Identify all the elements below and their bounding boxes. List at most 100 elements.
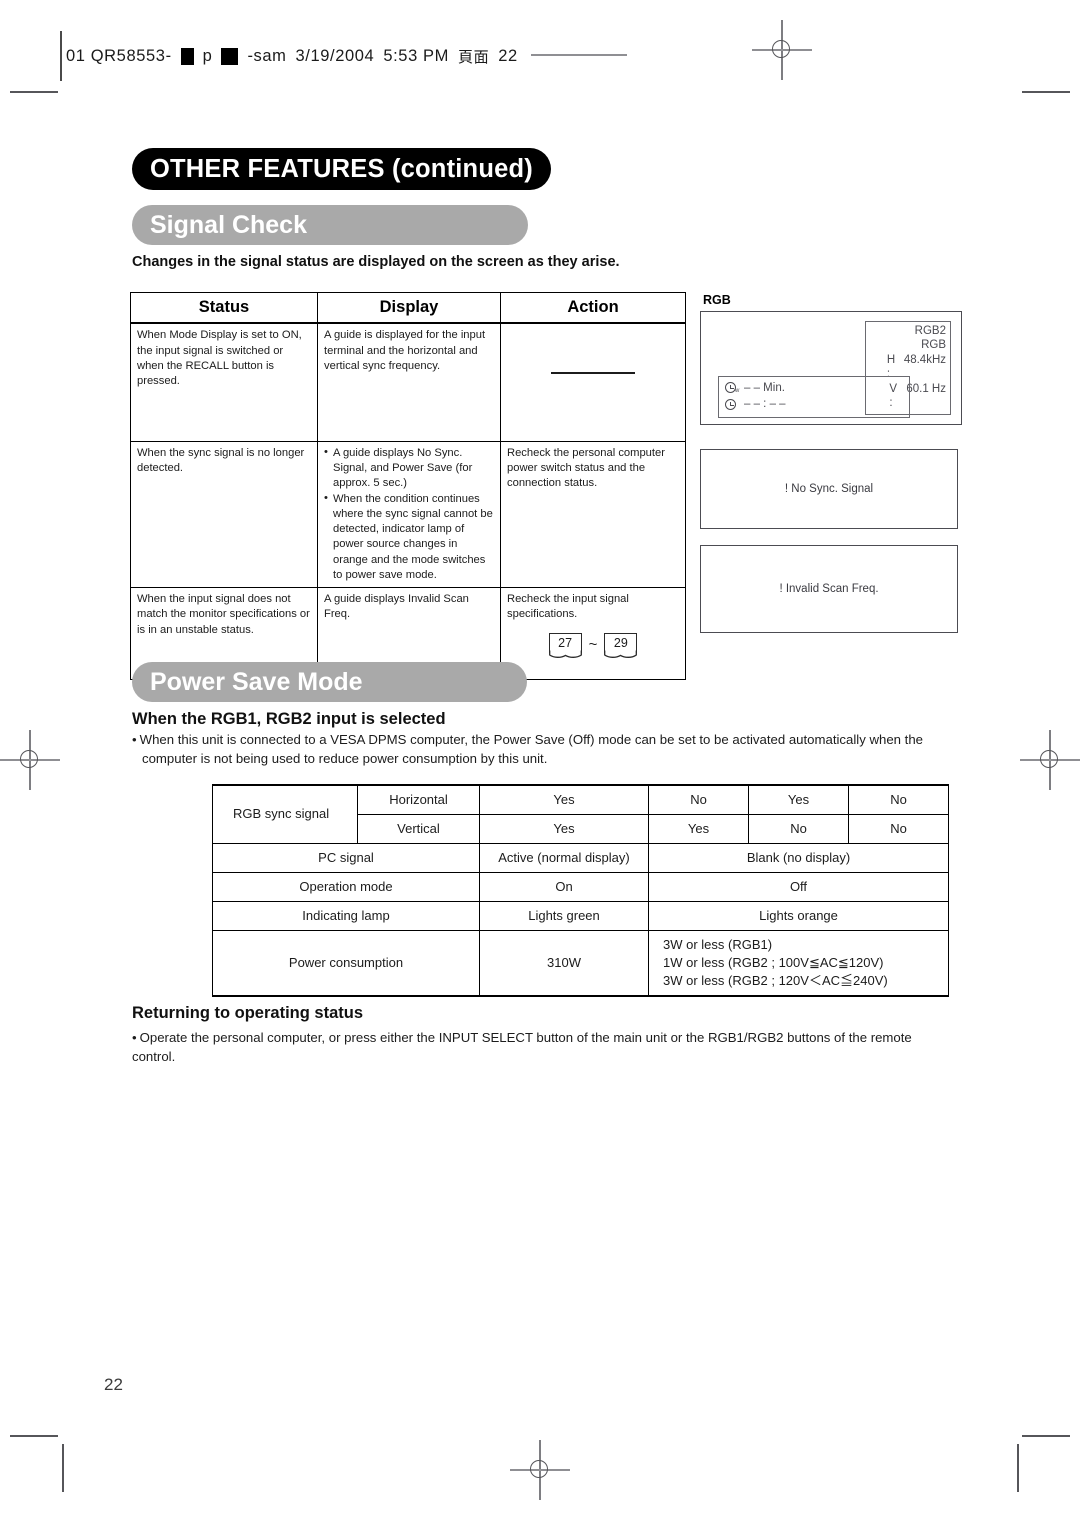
- book-pages-shape: [548, 650, 582, 658]
- cell-power-consumption-off: 3W or less (RGB1) 1W or less (RGB2 ; 100…: [648, 929, 949, 997]
- subheading-returning: Returning to operating status: [132, 1004, 363, 1022]
- print-job-slug: 01 QR58553- p -sam 3/19/2004 5:53 PM 頁面 2…: [60, 31, 627, 81]
- cell-horizontal-v1: Yes: [479, 783, 649, 815]
- crop-mark-bottom-right-h: [1022, 1435, 1070, 1437]
- slug-suffix: -sam: [247, 46, 287, 65]
- osd-panel-invalid-scan: ! Invalid Scan Freq.: [700, 545, 958, 633]
- osd-signal-name: RGB: [921, 339, 946, 352]
- crop-mark-top-right-h: [1022, 91, 1070, 93]
- table-row: Operation mode On Off: [212, 871, 949, 902]
- cell-pc-signal-label: PC signal: [212, 842, 480, 873]
- registration-mark-left: [0, 730, 60, 790]
- document-page: 01 QR58553- p -sam 3/19/2004 5:53 PM 頁面 2…: [0, 0, 1080, 1528]
- crop-mark-bottom-right-v: [1017, 1444, 1019, 1492]
- cell-vertical-v1: Yes: [479, 813, 649, 844]
- slug-redaction-block-1: [180, 47, 194, 65]
- crop-mark-top-left-h: [10, 91, 58, 93]
- book-pages-shape: [604, 650, 638, 658]
- cell-action-3: Recheck the input signal specifications.…: [500, 587, 686, 681]
- cell-operation-mode-label: Operation mode: [212, 871, 480, 902]
- bullet-dot: •: [132, 732, 137, 747]
- cell-pc-signal-active: Active (normal display): [479, 842, 649, 873]
- power-save-description: • When this unit is connected to a VESA D…: [132, 731, 952, 768]
- osd-input-name: RGB2: [914, 325, 946, 337]
- returning-description: • Operate the personal computer, or press…: [132, 1029, 952, 1066]
- cell-action-2: Recheck the personal computer power swit…: [500, 440, 686, 589]
- registration-mark-bottom: [510, 1440, 570, 1500]
- chapter-title-banner: OTHER FEATURES (continued): [132, 148, 551, 190]
- page-reference-group: 27 ~ 29: [507, 632, 679, 658]
- reg-circle: [530, 1460, 548, 1478]
- cell-status-2: When the sync signal is no longer detect…: [130, 440, 318, 589]
- slug-mid: p: [202, 46, 213, 65]
- osd-input-name-row: RGB2: [869, 324, 946, 338]
- osd-group-label: RGB: [703, 293, 731, 307]
- book-icon-to: 29: [604, 632, 638, 658]
- cell-status-1: When Mode Display is set to ON, the inpu…: [130, 322, 318, 442]
- signal-check-table: Status Display Action When Mode Display …: [130, 292, 686, 681]
- osd-clock-row: – – : – –: [725, 396, 903, 413]
- not-applicable-dash: [551, 372, 635, 374]
- cell-rgb-sync-label: RGB sync signal: [212, 783, 358, 844]
- slug-filename: 01 QR58553-: [66, 46, 172, 65]
- slug-redaction-block-2: [221, 47, 239, 65]
- range-separator: ~: [588, 635, 598, 653]
- page-number: 22: [104, 1375, 123, 1394]
- crop-mark-bottom-left-v: [62, 1444, 64, 1492]
- slug-time: 5:53 PM: [383, 46, 449, 65]
- section-heading-power-save: Power Save Mode: [132, 662, 527, 702]
- cell-power-consumption-on: 310W: [479, 929, 649, 997]
- lamp-timer-icon: w: [725, 382, 740, 395]
- power-save-table: RGB sync signal Horizontal Yes No Yes No…: [212, 783, 949, 997]
- osd-invalid-scan-message: ! Invalid Scan Freq.: [779, 583, 879, 595]
- slug-cjk-page-label: 頁面: [458, 47, 490, 66]
- cell-indicating-lamp-green: Lights green: [479, 900, 649, 931]
- reg-circle: [1040, 750, 1058, 768]
- slug-left-rule: [60, 31, 62, 81]
- osd-h-value: 48.4kHz: [903, 353, 946, 366]
- subheading-rgb-input: When the RGB1, RGB2 input is selected: [132, 710, 446, 728]
- power-off-line3: 3W or less (RGB2 ; 120V＜AC≦240V): [663, 972, 888, 988]
- table-header-row: Status Display Action: [130, 292, 686, 325]
- section-heading-signal-check: Signal Check: [132, 205, 528, 245]
- column-header-status: Status: [130, 292, 318, 325]
- osd-panel-rgb-info: RGB2 RGB H : 48.4kHz V : 60.1 Hz w – – M…: [700, 311, 962, 425]
- osd-timer-block: w – – Min. – – : – –: [718, 375, 910, 418]
- slug-date: 3/19/2004: [295, 46, 375, 65]
- cell-action-1: [500, 322, 686, 442]
- cell-horizontal-v2: No: [648, 783, 749, 815]
- power-off-line1: 3W or less (RGB1): [663, 936, 773, 952]
- osd-v-value: 60.1 Hz: [906, 382, 946, 395]
- registration-mark-top: [752, 20, 812, 80]
- cell-horizontal-v4: No: [848, 783, 949, 815]
- cell-indicating-lamp-orange: Lights orange: [648, 900, 949, 931]
- signal-check-lead-text: Changes in the signal status are display…: [132, 254, 620, 270]
- table-row: Power consumption 310W 3W or less (RGB1)…: [212, 929, 949, 997]
- cell-operation-mode-off: Off: [648, 871, 949, 902]
- cell-vertical-label: Vertical: [357, 813, 480, 844]
- cell-indicating-lamp-label: Indicating lamp: [212, 900, 480, 931]
- osd-clock-value: – – : – –: [744, 398, 786, 411]
- table-row: PC signal Active (normal display) Blank …: [212, 842, 949, 873]
- book-icon-from: 27: [548, 632, 582, 658]
- cell-display-1: A guide is displayed for the input termi…: [317, 322, 501, 442]
- display-bullet-list: A guide displays No Sync. Signal, and Po…: [324, 445, 494, 583]
- lamp-timer-icon-sub: w: [735, 388, 740, 395]
- slug-page-number: 22: [498, 46, 518, 65]
- osd-lamp-timer-row: w – – Min.: [725, 380, 903, 397]
- osd-lamp-timer-value: – – Min.: [744, 381, 785, 394]
- osd-signal-name-row: RGB: [869, 338, 946, 352]
- cell-vertical-v2: Yes: [648, 813, 749, 844]
- osd-no-sync-message: ! No Sync. Signal: [784, 483, 874, 495]
- table-row: When the sync signal is no longer detect…: [130, 440, 686, 589]
- cell-horizontal-v3: Yes: [748, 783, 849, 815]
- list-item: A guide displays No Sync. Signal, and Po…: [324, 445, 494, 492]
- bullet-dot: •: [132, 1030, 137, 1045]
- reg-circle: [20, 750, 38, 768]
- registration-mark-right: [1020, 730, 1080, 790]
- power-save-description-line2: computer is not being used to reduce pow…: [142, 750, 548, 766]
- list-item: When the condition continues where the s…: [324, 491, 494, 583]
- cell-pc-signal-blank: Blank (no display): [648, 842, 949, 873]
- returning-description-text: Operate the personal computer, or press …: [132, 1030, 912, 1064]
- column-header-display: Display: [317, 292, 501, 325]
